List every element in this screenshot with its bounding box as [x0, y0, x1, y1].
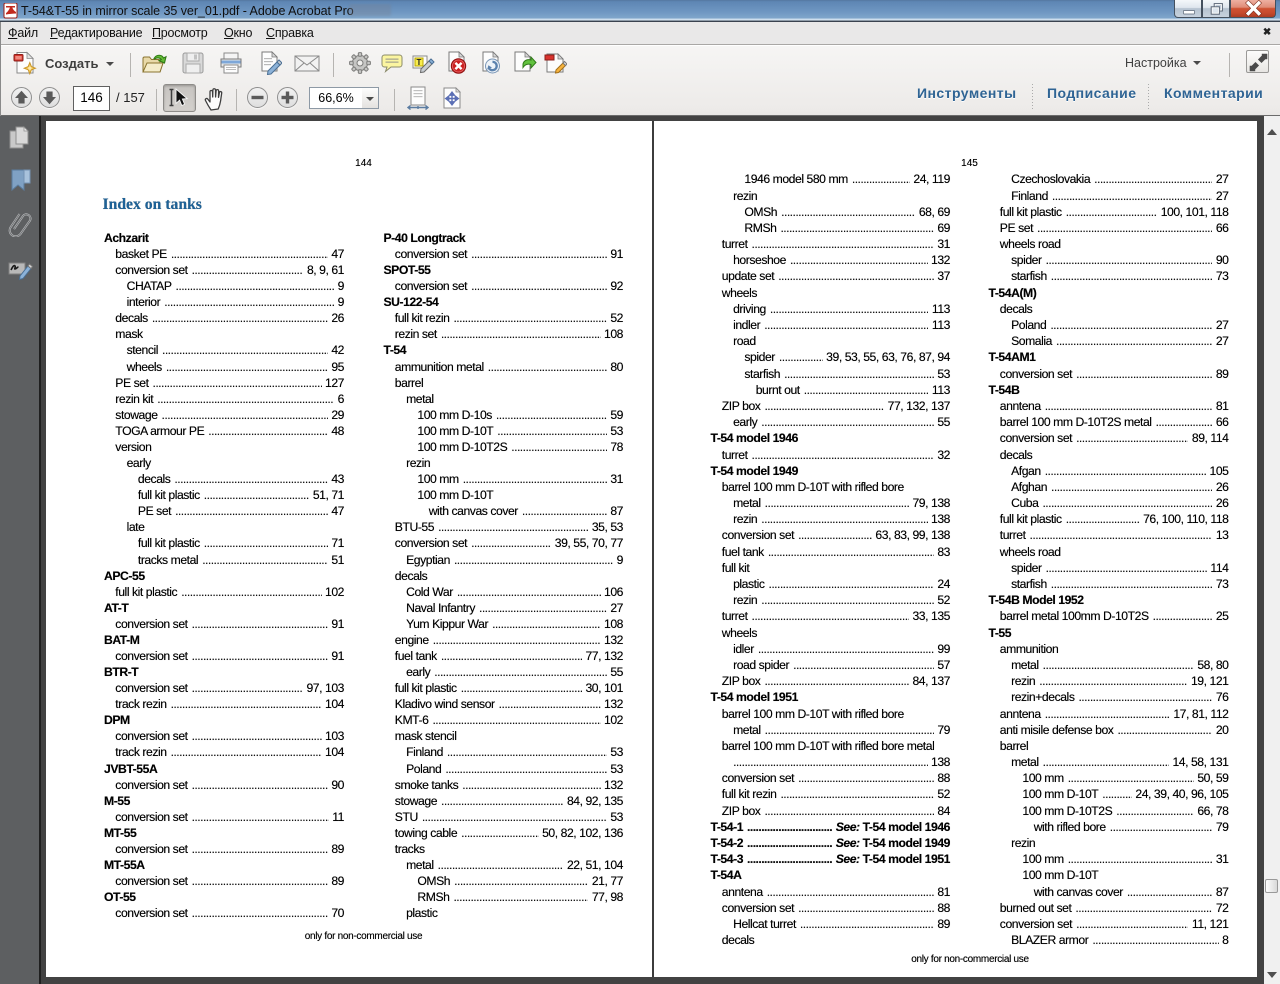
svg-text:T: T: [417, 58, 422, 67]
